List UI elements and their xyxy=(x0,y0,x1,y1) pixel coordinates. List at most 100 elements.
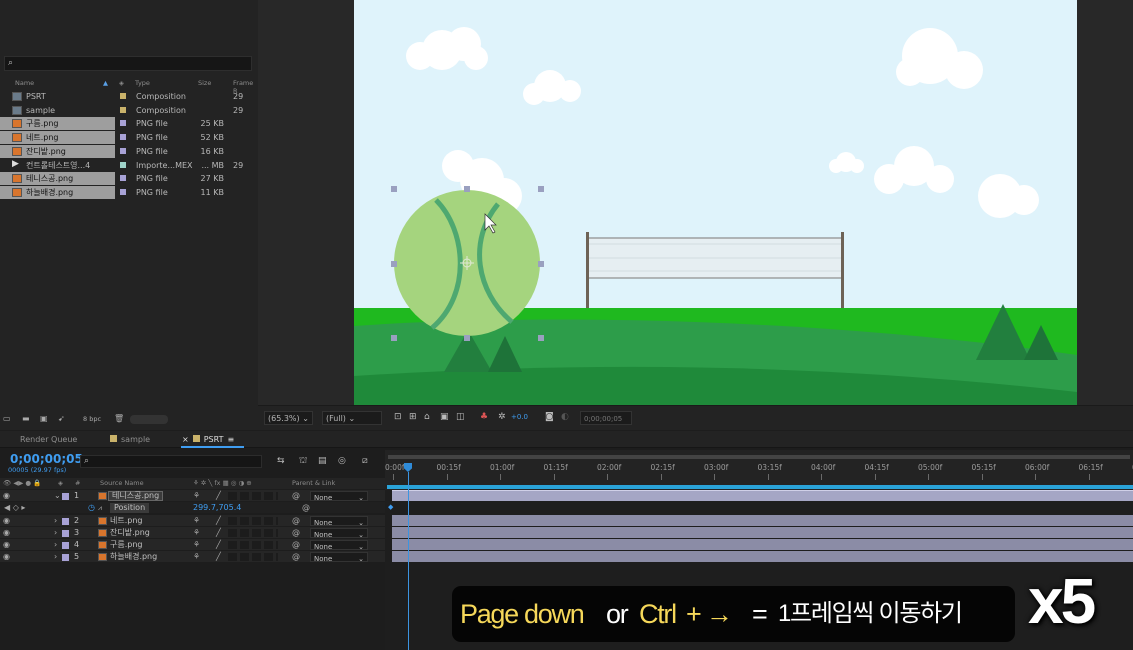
sort-arrow-icon[interactable]: ▲ xyxy=(103,79,108,87)
project-item[interactable]: 네트.png PNG file 52 KB xyxy=(0,131,258,145)
layer-label-swatch[interactable] xyxy=(62,530,69,537)
composition-canvas[interactable] xyxy=(354,0,1077,405)
shy-switch-icon[interactable]: ⚘ xyxy=(193,515,200,527)
current-time-display[interactable]: 0;00;00;05 xyxy=(10,452,83,466)
shy-switch-icon[interactable]: ⚘ xyxy=(193,527,200,539)
label-color-swatch[interactable] xyxy=(120,188,126,195)
label-color-swatch[interactable] xyxy=(120,134,126,141)
quality-switch-icon[interactable]: ╱ xyxy=(216,515,221,527)
pick-whip-icon[interactable]: @ xyxy=(292,527,300,539)
magnification-dropdown[interactable]: (65.3%) ⌄ xyxy=(264,411,313,425)
graph-editor-icon[interactable]: ⧄ xyxy=(362,456,368,466)
layer-label-swatch[interactable] xyxy=(62,542,69,549)
layer-row[interactable]: ◉ › 4 구름.png ⚘ ╱ @ None ⌄ xyxy=(0,539,385,551)
label-color-swatch[interactable] xyxy=(120,120,126,127)
bit-depth[interactable]: 8 bpc xyxy=(83,415,101,423)
motion-blur-icon[interactable]: ◎ xyxy=(338,456,346,466)
quality-switch-icon[interactable]: ╱ xyxy=(216,490,221,502)
layer-switches[interactable] xyxy=(228,517,278,525)
column-parent-link[interactable]: Parent & Link xyxy=(292,479,335,487)
tab-render-queue[interactable]: Render Queue xyxy=(20,433,77,446)
layer-name[interactable]: 테니스공.png xyxy=(108,491,164,501)
shy-switch-icon[interactable]: ⚘ xyxy=(193,551,200,563)
time-navigator[interactable] xyxy=(388,455,1130,459)
graph-toggle-icon[interactable]: ⩘ xyxy=(98,502,102,514)
layer-switches[interactable] xyxy=(228,553,278,561)
layer-duration-bar[interactable] xyxy=(392,527,1133,538)
quality-switch-icon[interactable]: ╱ xyxy=(216,527,221,539)
project-item[interactable]: 테니스공.png PNG file 27 KB xyxy=(0,172,258,186)
project-item[interactable]: PSRT Composition 29 xyxy=(0,90,258,103)
close-tab-icon[interactable]: × xyxy=(182,435,189,444)
layer-duration-bar[interactable] xyxy=(392,490,1133,501)
view-options-icon[interactable]: ▣ xyxy=(440,412,449,422)
draft-3d-icon[interactable]: ⛫ xyxy=(299,456,307,467)
snapshot-icon[interactable]: ◙ xyxy=(545,412,554,422)
visibility-eye-icon[interactable]: ◉ xyxy=(3,539,10,551)
parent-dropdown[interactable]: None ⌄ xyxy=(310,516,368,527)
visibility-eye-icon[interactable]: ◉ xyxy=(3,551,10,563)
resolution-dropdown[interactable]: (Full) ⌄ xyxy=(322,411,382,425)
exposure-value[interactable]: +0.0 xyxy=(511,413,528,421)
project-item[interactable]: 하늘배경.png PNG file 11 KB xyxy=(0,185,258,199)
interpret-footage-icon[interactable]: ▭ xyxy=(3,414,11,423)
layer-name[interactable]: 구름.png xyxy=(110,539,143,551)
property-value[interactable]: 299.7,705.4 xyxy=(193,502,241,514)
show-snapshot-icon[interactable]: ◐ xyxy=(561,412,569,422)
pick-whip-icon[interactable]: @ xyxy=(292,490,300,502)
delete-icon[interactable]: 🗑 xyxy=(114,414,124,423)
visibility-eye-icon[interactable]: ◉ xyxy=(3,527,10,539)
exposure-reset-icon[interactable]: ✲ xyxy=(498,412,506,422)
visibility-eye-icon[interactable]: ◉ xyxy=(3,490,10,502)
project-search-input[interactable]: ⌕ xyxy=(4,56,252,71)
quality-switch-icon[interactable]: ╱ xyxy=(216,551,221,563)
label-color-swatch[interactable] xyxy=(120,147,126,154)
column-source-name[interactable]: Source Name xyxy=(100,479,144,487)
project-settings-icon[interactable]: ➹ xyxy=(58,414,65,423)
transparency-grid-icon[interactable]: ⊞ xyxy=(409,412,417,422)
expression-pick-whip-icon[interactable]: @ xyxy=(302,502,310,514)
new-composition-icon[interactable]: ▣ xyxy=(40,414,48,423)
label-color-swatch[interactable] xyxy=(120,106,126,113)
comp-mini-flowchart-icon[interactable]: ⇆ xyxy=(277,456,285,466)
layer-name[interactable]: 하늘배경.png xyxy=(110,551,157,563)
work-area-bar[interactable] xyxy=(387,485,1133,489)
project-item[interactable]: sample Composition 29 xyxy=(0,104,258,117)
layer-switches[interactable] xyxy=(228,541,278,549)
layer-switches[interactable] xyxy=(228,529,278,537)
viewer-timecode[interactable]: 0;00;00;05 xyxy=(580,411,632,425)
mask-visibility-icon[interactable]: ⌂ xyxy=(424,412,430,422)
layer-duration-bar[interactable] xyxy=(392,551,1133,562)
label-color-swatch[interactable] xyxy=(120,93,126,99)
layer-duration-bar[interactable] xyxy=(392,515,1133,526)
layer-row[interactable]: ◉ ⌄ 1 테니스공.png ⚘ ╱ @ None ⌄ xyxy=(0,490,385,502)
parent-dropdown[interactable]: None ⌄ xyxy=(310,528,368,539)
parent-dropdown[interactable]: None ⌄ xyxy=(310,552,368,563)
parent-dropdown[interactable]: None ⌄ xyxy=(310,491,368,502)
label-color-swatch[interactable] xyxy=(120,161,126,168)
stopwatch-icon[interactable]: ◷ xyxy=(88,502,95,514)
label-column-icon[interactable]: ◈ xyxy=(119,79,124,87)
color-channel-icon[interactable]: ♣ xyxy=(480,412,488,422)
shy-switch-icon[interactable]: ⚘ xyxy=(193,490,200,502)
column-type[interactable]: Type xyxy=(135,79,150,87)
column-size[interactable]: Size xyxy=(198,79,211,87)
expand-chevron-right-icon[interactable]: › xyxy=(54,551,57,563)
keyframe-icon[interactable]: ◆ xyxy=(388,503,393,511)
thumbnail-slider[interactable] xyxy=(130,415,168,424)
layer-row[interactable]: ◉ › 2 네트.png ⚘ ╱ @ None ⌄ xyxy=(0,515,385,527)
tab-psrt[interactable]: × PSRT ≡ xyxy=(182,433,234,446)
layer-name[interactable]: 잔디밭.png xyxy=(110,527,150,539)
project-item[interactable]: 잔디밭.png PNG file 16 KB xyxy=(0,144,258,158)
visibility-eye-icon[interactable]: ◉ xyxy=(3,515,10,527)
expand-chevron-right-icon[interactable]: › xyxy=(54,515,57,527)
keyframe-navigator-icon[interactable]: ◀ ◇ ▸ xyxy=(4,502,25,514)
label-color-swatch[interactable] xyxy=(120,175,126,182)
layer-row[interactable]: ◉ › 5 하늘배경.png ⚘ ╱ @ None ⌄ xyxy=(0,551,385,563)
layer-row[interactable]: ◉ › 3 잔디밭.png ⚘ ╱ @ None ⌄ xyxy=(0,527,385,539)
tab-menu-icon[interactable]: ≡ xyxy=(227,435,234,444)
pick-whip-icon[interactable]: @ xyxy=(292,551,300,563)
guides-icon[interactable]: ◫ xyxy=(456,412,465,422)
layer-label-swatch[interactable] xyxy=(62,518,69,525)
tab-sample[interactable]: sample xyxy=(110,433,150,446)
